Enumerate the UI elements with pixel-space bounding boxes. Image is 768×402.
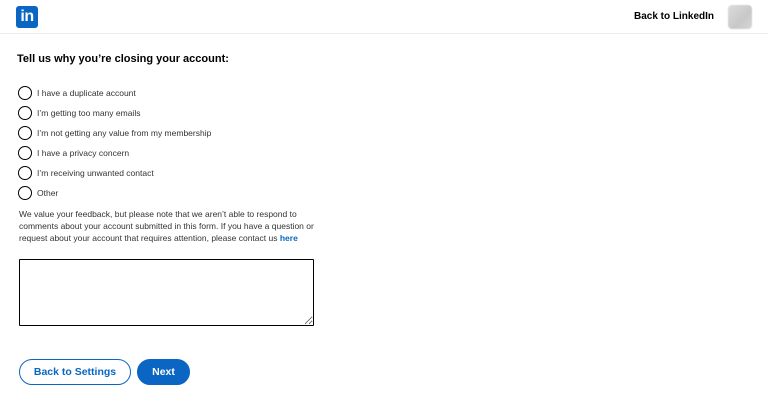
back-to-linkedin-link[interactable]: Back to LinkedIn	[634, 11, 714, 23]
next-button[interactable]: Next	[137, 359, 190, 385]
radio-button[interactable]	[18, 186, 32, 200]
reason-label: I’m receiving unwanted contact	[37, 168, 154, 178]
radio-button[interactable]	[18, 146, 32, 160]
radio-button[interactable]	[18, 166, 32, 180]
reason-label: I’m getting too many emails	[37, 108, 141, 118]
reason-option-duplicate[interactable]: I have a duplicate account	[18, 85, 338, 101]
reason-label: Other	[37, 188, 59, 198]
top-bar: in Back to LinkedIn	[0, 0, 768, 34]
linkedin-logo-icon[interactable]: in	[16, 6, 38, 28]
radio-button[interactable]	[18, 106, 32, 120]
reason-label: I’m not getting any value from my member…	[37, 128, 212, 138]
page-title: Tell us why you’re closing your account:	[17, 53, 229, 65]
feedback-textarea[interactable]	[19, 259, 314, 326]
close-account-page: in Back to LinkedIn Tell us why you’re c…	[0, 0, 768, 402]
reason-option-no-value[interactable]: I’m not getting any value from my member…	[18, 125, 338, 141]
contact-us-link[interactable]: here	[280, 233, 298, 243]
reason-option-unwanted-contact[interactable]: I’m receiving unwanted contact	[18, 165, 338, 181]
reason-options: I have a duplicate account I’m getting t…	[18, 85, 338, 205]
reason-option-other[interactable]: Other	[18, 185, 338, 201]
reason-option-privacy[interactable]: I have a privacy concern	[18, 145, 338, 161]
avatar[interactable]	[728, 5, 752, 29]
feedback-note: We value your feedback, but please note …	[19, 208, 319, 244]
reason-option-too-many-emails[interactable]: I’m getting too many emails	[18, 105, 338, 121]
radio-button[interactable]	[18, 126, 32, 140]
back-to-settings-button[interactable]: Back to Settings	[19, 359, 131, 385]
feedback-note-text: We value your feedback, but please note …	[19, 209, 314, 243]
reason-label: I have a duplicate account	[37, 88, 136, 98]
reason-label: I have a privacy concern	[37, 148, 130, 158]
radio-button[interactable]	[18, 86, 32, 100]
